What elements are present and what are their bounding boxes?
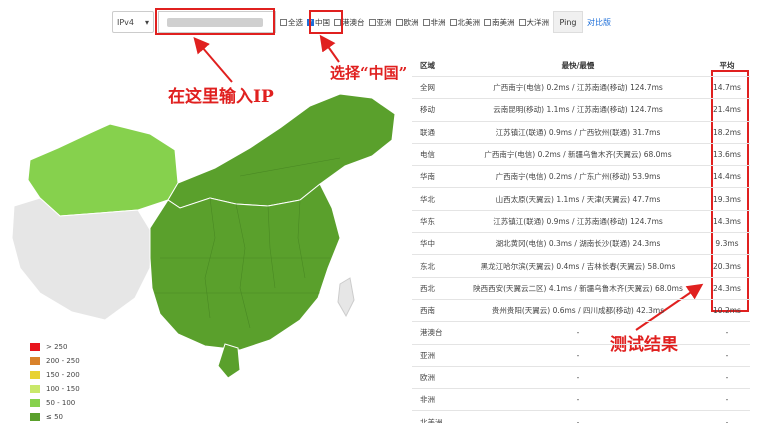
cell-region: 北美洲 <box>420 417 443 423</box>
arrow-to-china <box>319 34 340 63</box>
table-row: 非洲 - - <box>412 389 750 412</box>
cell-range: 黑龙江哈尔滨(天翼云) 0.4ms / 吉林长春(天翼云) 58.0ms <box>480 261 676 271</box>
table-row: 北美洲 - - <box>412 411 750 423</box>
cell-region: 移动 <box>420 105 435 115</box>
header-avg: 平均 <box>719 60 735 70</box>
table-row: 东北 黑龙江哈尔滨(天翼云) 0.4ms / 吉林长春(天翼云) 58.0ms 20… <box>412 255 750 278</box>
cell-range: 江苏镇江(联通) 0.9ms / 广西钦州(联通) 31.7ms <box>495 127 661 137</box>
cell-region: 非洲 <box>420 395 435 405</box>
legend-label: 150 - 200 <box>46 371 80 379</box>
cell-avg: 9.3ms <box>715 239 739 249</box>
legend-item: 50 - 100 <box>30 396 80 410</box>
cell-region: 西北 <box>420 283 435 293</box>
legend-item: 100 - 150 <box>30 382 80 396</box>
legend-label: 200 - 250 <box>46 357 80 365</box>
table-header: 区域 最快/最慢 平均 <box>412 54 750 77</box>
legend-swatch <box>30 399 40 407</box>
cell-avg: - <box>725 417 729 423</box>
table-row: 华南 广西南宁(电信) 0.2ms / 广东广州(移动) 53.9ms 14.4ms <box>412 166 750 189</box>
cell-region: 华南 <box>420 172 435 182</box>
cell-avg: - <box>725 395 729 405</box>
region-taiwan[interactable] <box>337 277 355 318</box>
cell-region: 华北 <box>420 194 435 204</box>
table-row: 电信 广西南宁(电信) 0.2ms / 新疆乌鲁木齐(天翼云) 68.0ms 13.… <box>412 144 750 167</box>
table-row: 联通 江苏镇江(联通) 0.9ms / 广西钦州(联通) 31.7ms 18.2ms <box>412 122 750 144</box>
cell-region: 电信 <box>420 150 435 160</box>
cell-region: 全网 <box>420 83 435 93</box>
legend-swatch <box>30 343 40 351</box>
legend-swatch <box>30 385 40 393</box>
legend-label: 50 - 100 <box>46 399 76 407</box>
cell-region: 西南 <box>420 306 435 316</box>
cell-range: 江苏镇江(联通) 0.9ms / 江苏南通(移动) 124.7ms <box>493 216 663 226</box>
cell-range: 广西南宁(电信) 0.2ms / 新疆乌鲁木齐(天翼云) 68.0ms <box>484 150 672 160</box>
legend-item: 150 - 200 <box>30 368 80 382</box>
cell-region: 亚洲 <box>420 350 435 360</box>
region-north[interactable] <box>167 93 396 209</box>
cell-region: 港澳台 <box>420 328 443 338</box>
results-table: 区域 最快/最慢 平均 全网 广西南宁(电信) 0.2ms / 江苏南通(移动) … <box>412 54 750 423</box>
cell-avg: 19.3ms <box>713 194 741 204</box>
table-row: 亚洲 - - <box>412 345 750 367</box>
header-range: 最快/最慢 <box>561 60 595 70</box>
region-central-south[interactable] <box>149 183 341 351</box>
cell-avg: 13.6ms <box>713 150 741 160</box>
table-row: 华中 湖北黄冈(电信) 0.3ms / 湖南长沙(联通) 24.3ms 9.3ms <box>412 233 750 256</box>
legend-item: > 250 <box>30 340 80 354</box>
legend-swatch <box>30 413 40 421</box>
cell-avg: 14.7ms <box>713 83 741 93</box>
cell-avg: 21.4ms <box>713 105 741 115</box>
cell-range: 湖北黄冈(电信) 0.3ms / 湖南长沙(联通) 24.3ms <box>495 239 661 249</box>
legend-swatch <box>30 357 40 365</box>
cell-avg: - <box>725 373 729 382</box>
cell-range: 云南昆明(移动) 1.1ms / 江苏南通(移动) 124.7ms <box>493 105 663 115</box>
region-hainan[interactable] <box>217 343 241 379</box>
table-row: 华北 山西太原(天翼云) 1.1ms / 天津(天翼云) 47.7ms 19.3ms <box>412 188 750 211</box>
cell-avg: 14.4ms <box>713 172 741 182</box>
table-row: 港澳台 - - <box>412 322 750 345</box>
cell-range: 山西太原(天翼云) 1.1ms / 天津(天翼云) 47.7ms <box>495 194 661 204</box>
cell-range: 广西南宁(电信) 0.2ms / 广东广州(移动) 53.9ms <box>495 172 661 182</box>
legend-label: ≤ 50 <box>46 413 63 421</box>
table-row: 移动 云南昆明(移动) 1.1ms / 江苏南通(移动) 124.7ms 21.4m… <box>412 99 750 122</box>
legend-label: 100 - 150 <box>46 385 80 393</box>
cell-region: 联通 <box>420 127 435 137</box>
table-row: 全网 广西南宁(电信) 0.2ms / 江苏南通(移动) 124.7ms 14.7m… <box>412 77 750 100</box>
table-row: 欧洲 - - <box>412 367 750 390</box>
cell-avg: 20.3ms <box>713 261 741 271</box>
header-region: 区域 <box>420 60 435 70</box>
cell-avg: 24.3ms <box>713 283 741 293</box>
cell-range: - <box>576 395 580 405</box>
region-xinjiang[interactable] <box>27 123 179 217</box>
cell-range: 广西南宁(电信) 0.2ms / 江苏南通(移动) 124.7ms <box>493 83 663 93</box>
cell-avg: - <box>725 350 729 360</box>
cell-range: 贵州贵阳(天翼云) 0.6ms / 四川成都(移动) 42.3ms <box>491 306 665 316</box>
cell-range: 陕西西安(天翼云二区) 4.1ms / 新疆乌鲁木齐(天翼云) 68.0ms <box>473 283 683 293</box>
table-row: 西北 陕西西安(天翼云二区) 4.1ms / 新疆乌鲁木齐(天翼云) 68.0ms… <box>412 278 750 300</box>
legend-label: > 250 <box>46 343 68 351</box>
cell-region: 华中 <box>420 239 435 249</box>
cell-region: 欧洲 <box>420 373 435 382</box>
cell-region: 东北 <box>420 261 435 271</box>
cell-avg: 14.3ms <box>713 216 741 226</box>
arrow-to-input <box>193 36 233 83</box>
cell-range: - <box>576 417 580 423</box>
table-row: 西南 贵州贵阳(天翼云) 0.6ms / 四川成都(移动) 42.3ms 10.2m… <box>412 300 750 323</box>
cell-range: - <box>576 350 580 360</box>
cell-avg: 10.2ms <box>713 306 741 316</box>
region-tibet[interactable] <box>11 197 153 321</box>
legend-swatch <box>30 371 40 379</box>
cell-avg: 18.2ms <box>713 127 741 137</box>
table-row: 华东 江苏镇江(联通) 0.9ms / 江苏南通(移动) 124.7ms 14.3m… <box>412 211 750 234</box>
legend-item: 200 - 250 <box>30 354 80 368</box>
cell-avg: - <box>725 328 729 338</box>
cell-region: 华东 <box>420 216 435 226</box>
china-hint-label: 选择“中国” <box>330 64 408 82</box>
legend-item: ≤ 50 <box>30 410 80 423</box>
map-legend: > 250 200 - 250 150 - 200 100 - 150 50 - 100… <box>30 340 80 423</box>
cell-range: - <box>576 373 580 382</box>
cell-range: - <box>576 328 580 338</box>
